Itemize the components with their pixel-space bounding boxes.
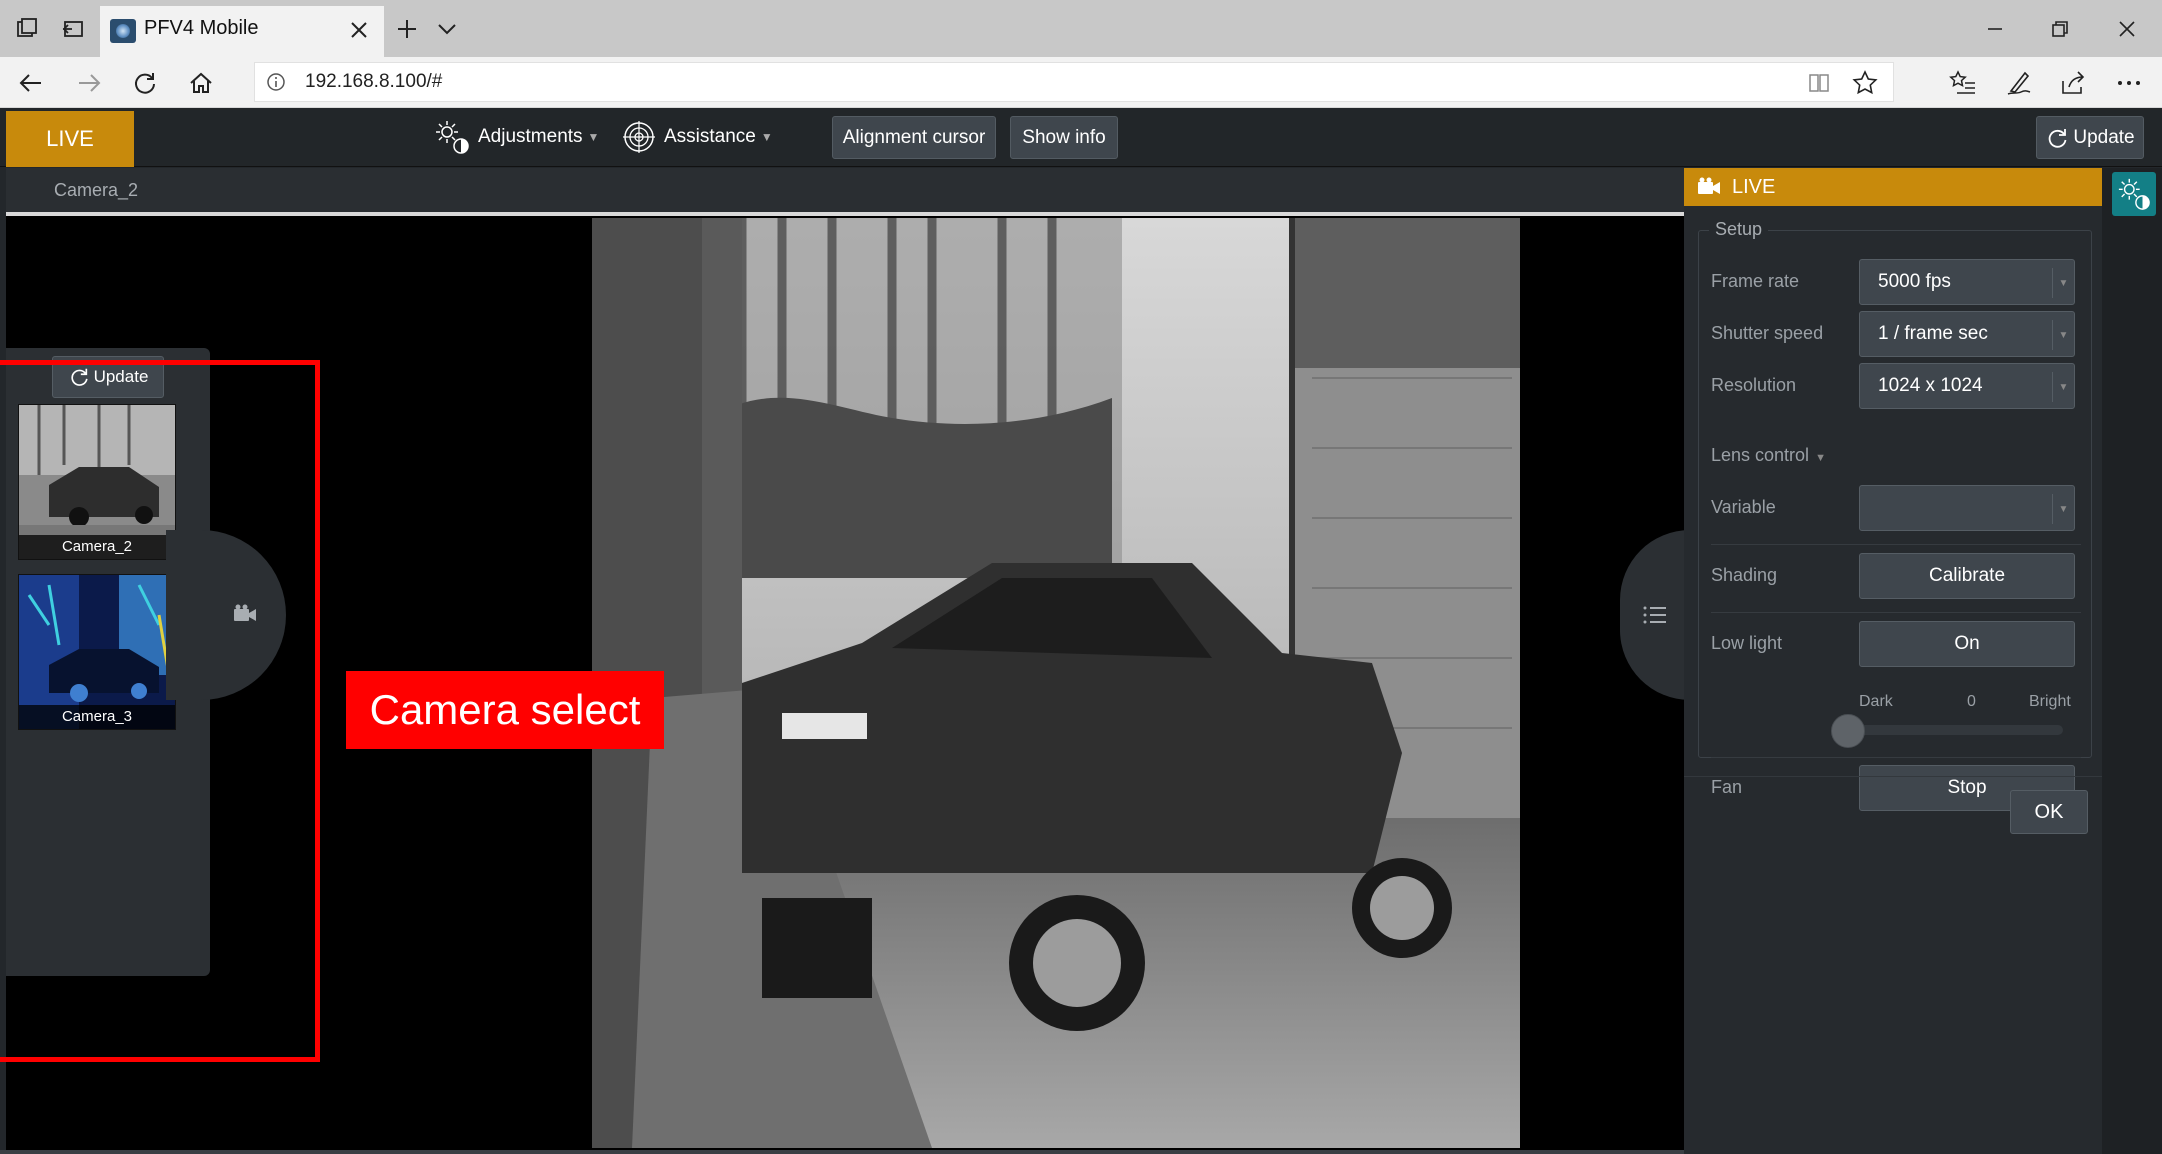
back-icon[interactable] (16, 68, 46, 98)
update-button[interactable]: Update (2036, 116, 2144, 159)
update-label: Update (2073, 126, 2135, 148)
assistance-label: Assistance (664, 126, 756, 147)
live-panel-title: LIVE (1732, 175, 1776, 198)
lens-control-toggle[interactable]: Lens control ▼ (1711, 445, 1826, 466)
shading-row: Shading Calibrate (1711, 553, 2085, 601)
caret-down-icon: ▼ (760, 130, 773, 144)
ok-button[interactable]: OK (2010, 790, 2088, 834)
home-icon[interactable] (186, 68, 216, 98)
frame-rate-select[interactable]: 5000 fps ▼ (1859, 259, 2075, 305)
favicon-icon (110, 19, 136, 43)
low-light-label: Low light (1711, 633, 1783, 653)
caret-down-icon: ▼ (1815, 452, 1826, 464)
variable-row: Variable ▼ (1711, 485, 2085, 533)
low-light-row: Low light On (1711, 621, 2085, 669)
adjustments-panel-button[interactable] (2112, 172, 2156, 216)
close-tab-icon[interactable] (346, 17, 372, 43)
adjustments-icon (2117, 177, 2151, 211)
refresh-icon[interactable] (130, 68, 160, 98)
shutter-speed-row: Shutter speed 1 / frame sec ▼ (1711, 311, 2085, 359)
adjustments-menu[interactable]: Adjustments ▼ (434, 116, 599, 158)
assistance-menu[interactable]: Assistance ▼ (622, 116, 773, 158)
divider (1711, 544, 2081, 545)
list-panel-toggle[interactable] (1620, 530, 1690, 700)
camera-select-annotation-label: Camera select (346, 671, 664, 749)
new-tab-icon[interactable] (392, 14, 422, 44)
bottom-divider (0, 1150, 1684, 1154)
fan-label: Fan (1711, 777, 1743, 797)
tab-actions-icon[interactable] (12, 14, 42, 44)
show-info-button[interactable]: Show info (1010, 116, 1118, 159)
brightness-slider-handle[interactable] (1831, 714, 1865, 748)
camera-name: Camera_2 (54, 180, 139, 200)
divider (1711, 612, 2081, 613)
setup-legend: Setup (1709, 219, 1769, 240)
lens-control-label: Lens control (1711, 445, 1810, 465)
set-aside-tabs-icon[interactable] (58, 14, 88, 44)
camera-select-annotation-box (0, 360, 320, 1062)
resolution-label: Resolution (1711, 375, 1797, 395)
share-icon[interactable] (2058, 68, 2088, 98)
browser-tab[interactable]: PFV4 Mobile (100, 6, 384, 57)
camera-title-bar: Camera_2 (6, 168, 1684, 216)
live-settings-panel: LIVE Setup Frame rate 5000 fps ▼ Shutter… (1684, 168, 2102, 1154)
live-mode-button[interactable]: LIVE (6, 111, 134, 167)
frame-rate-label: Frame rate (1711, 271, 1800, 291)
live-camera-image[interactable] (592, 218, 1520, 1148)
slider-min-label: Dark (1859, 693, 1893, 710)
resolution-select[interactable]: 1024 x 1024 ▼ (1859, 363, 2075, 409)
chevron-down-icon[interactable] (432, 14, 462, 44)
side-toolbar (2102, 168, 2162, 1154)
shutter-speed-label: Shutter speed (1711, 323, 1824, 343)
caret-down-icon: ▼ (2052, 268, 2074, 298)
caret-down-icon: ▼ (2052, 494, 2074, 524)
forward-icon[interactable] (74, 68, 104, 98)
low-light-toggle[interactable]: On (1859, 621, 2075, 667)
list-icon (1642, 604, 1668, 626)
alignment-cursor-button[interactable]: Alignment cursor (832, 116, 996, 159)
setup-group: Setup Frame rate 5000 fps ▼ Shutter spee… (1698, 219, 2092, 811)
shutter-speed-select[interactable]: 1 / frame sec ▼ (1859, 311, 2075, 357)
caret-down-icon: ▼ (2052, 372, 2074, 402)
info-icon[interactable] (265, 71, 287, 93)
adjustments-icon (434, 119, 470, 155)
shading-label: Shading (1711, 565, 1778, 585)
favorite-star-icon[interactable] (1851, 69, 1879, 97)
app-toolbar: LIVE Adjustments ▼ Assistance ▼ Alignmen… (0, 108, 2162, 167)
browser-tab-bar: PFV4 Mobile (0, 0, 2162, 57)
pfv4-app: LIVE Adjustments ▼ Assistance ▼ Alignmen… (0, 108, 2162, 1154)
slider-max-label: Bright (2029, 693, 2071, 710)
pen-notes-icon[interactable] (2004, 68, 2034, 98)
browser-address-bar: 192.168.8.100/# (0, 57, 2162, 108)
reading-view-icon[interactable] (1805, 69, 1833, 97)
variable-select[interactable]: ▼ (1859, 485, 2075, 531)
frame-rate-row: Frame rate 5000 fps ▼ (1711, 259, 2085, 307)
panel-divider (1684, 776, 2102, 777)
refresh-icon (2045, 126, 2069, 150)
adjustments-label: Adjustments (478, 126, 583, 147)
variable-label: Variable (1711, 497, 1776, 517)
restore-icon[interactable] (2045, 14, 2075, 44)
caret-down-icon: ▼ (2052, 320, 2074, 350)
crosshair-icon (622, 120, 656, 154)
caret-down-icon: ▼ (587, 130, 600, 144)
frame-rate-value: 5000 fps (1878, 271, 1951, 292)
resolution-value: 1024 x 1024 (1878, 375, 1983, 396)
brightness-slider-track[interactable] (1847, 725, 2063, 735)
favorites-list-icon[interactable] (1948, 68, 1978, 98)
shutter-speed-value: 1 / frame sec (1878, 323, 1988, 344)
slider-value: 0 (1967, 693, 1976, 710)
minimize-icon[interactable] (1980, 14, 2010, 44)
url-text: 192.168.8.100/# (305, 71, 443, 92)
window-close-icon[interactable] (2112, 14, 2142, 44)
more-icon[interactable] (2114, 68, 2144, 98)
camera-icon (1696, 177, 1722, 197)
divider (1711, 757, 2081, 758)
calibrate-button[interactable]: Calibrate (1859, 553, 2075, 599)
live-panel-header: LIVE (1684, 168, 2102, 206)
resolution-row: Resolution 1024 x 1024 ▼ (1711, 363, 2085, 411)
tab-title: PFV4 Mobile (144, 17, 259, 39)
url-field[interactable]: 192.168.8.100/# (254, 62, 1894, 102)
